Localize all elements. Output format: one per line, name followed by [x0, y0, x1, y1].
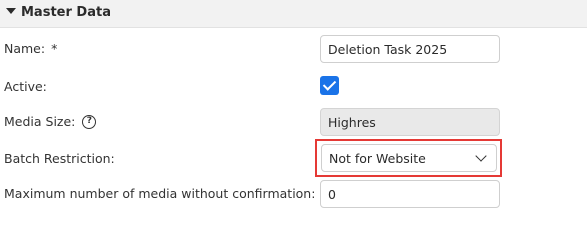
max-media-label: Maximum number of media without confirma… [4, 186, 316, 201]
media-size-label-row: Media Size: ? [4, 114, 97, 129]
name-label: Name: [4, 41, 46, 56]
batch-restriction-selected: Not for Website [329, 150, 426, 166]
media-size-field: Highres [320, 108, 500, 136]
max-media-label-row: Maximum number of media without confirma… [4, 186, 349, 201]
required-marker: * [51, 41, 58, 56]
name-input-value: Deletion Task 2025 [328, 41, 448, 57]
media-size-value: Highres [328, 114, 376, 130]
name-label-row: Name: * [4, 41, 57, 56]
section-title: Master Data [21, 5, 111, 20]
master-data-panel: Master Data Name: * Deletion Task 2025 A… [0, 0, 587, 215]
active-checkbox[interactable] [320, 76, 339, 95]
max-media-value: 0 [328, 186, 336, 202]
max-media-input[interactable]: 0 [320, 180, 500, 208]
help-icon[interactable]: ? [82, 114, 97, 129]
active-label: Active: [4, 79, 47, 94]
media-size-label: Media Size: [4, 114, 76, 129]
chevron-down-icon [475, 150, 487, 162]
batch-restriction-label-row: Batch Restriction: [4, 151, 115, 166]
checkmark-icon [322, 77, 337, 91]
batch-restriction-label: Batch Restriction: [4, 151, 115, 166]
name-input[interactable]: Deletion Task 2025 [320, 35, 500, 63]
section-header-master-data[interactable]: Master Data [0, 0, 587, 28]
caret-down-icon[interactable] [6, 8, 16, 14]
batch-restriction-select[interactable]: Not for Website [321, 144, 497, 172]
active-label-row: Active: [4, 79, 47, 94]
